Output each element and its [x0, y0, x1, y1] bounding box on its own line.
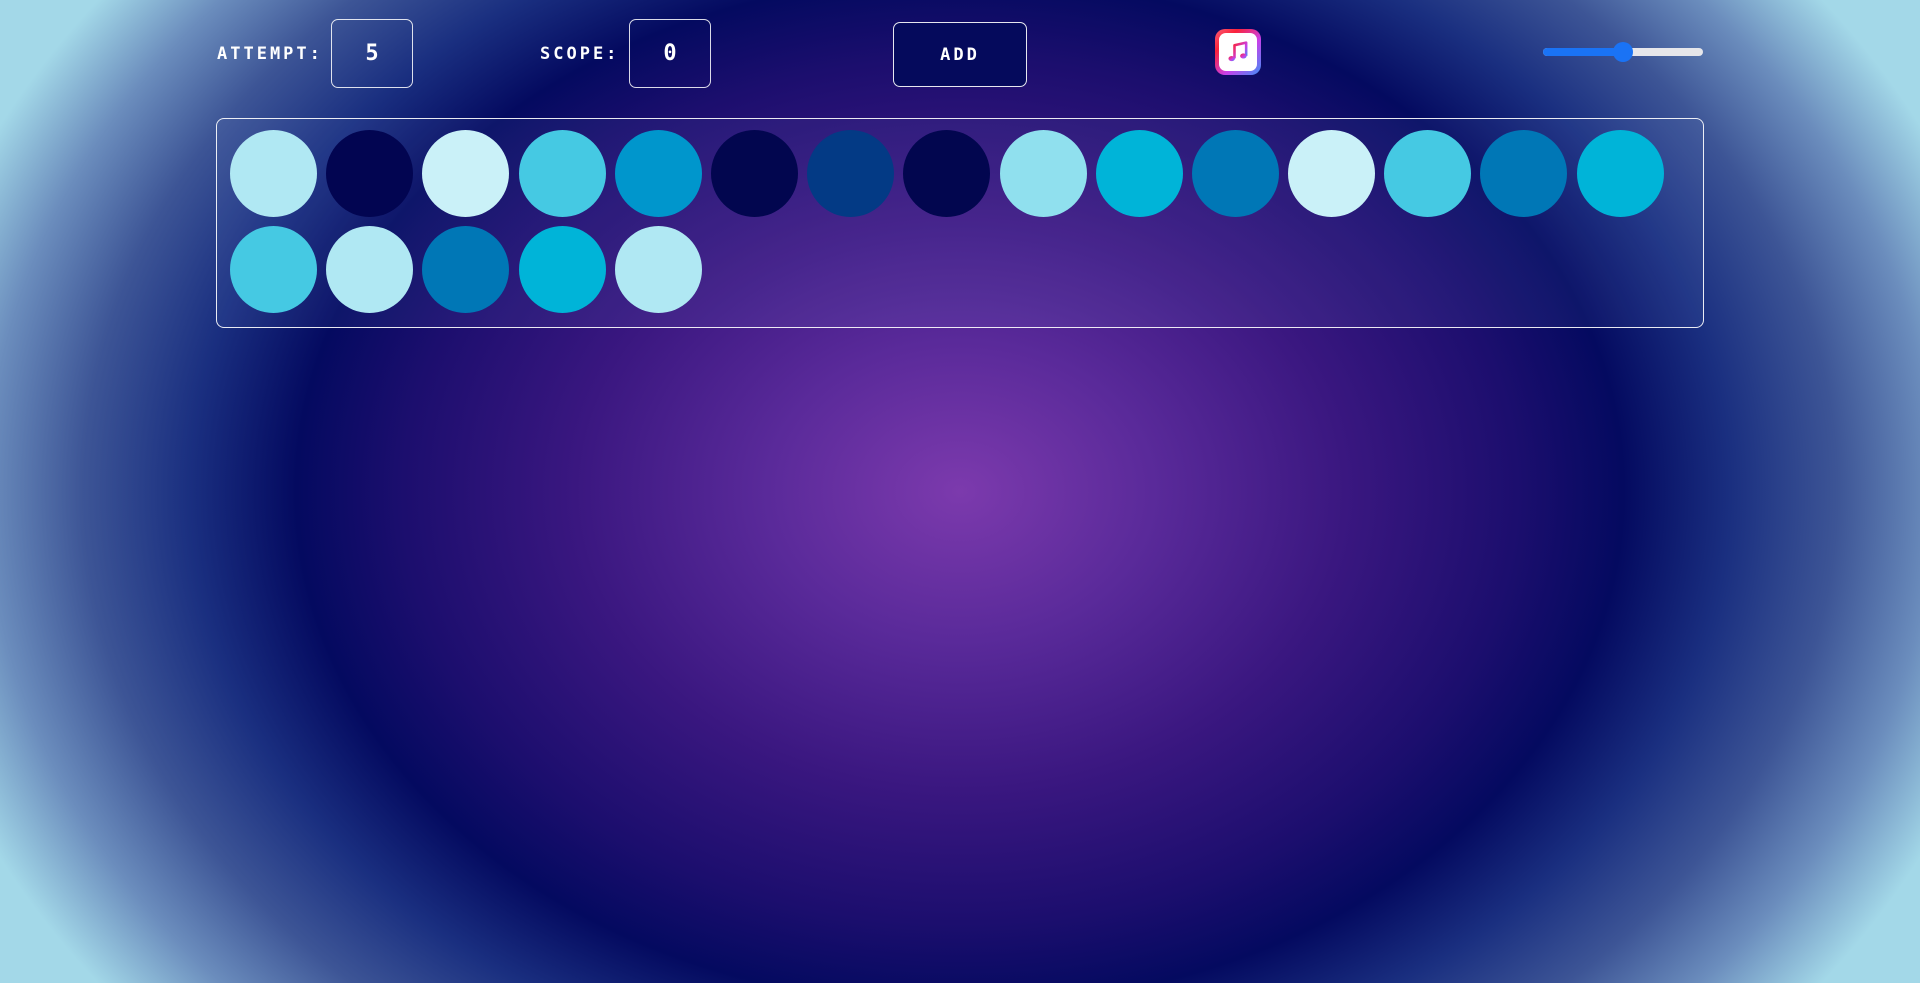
color-ball[interactable] [807, 130, 895, 217]
color-ball[interactable] [518, 130, 606, 217]
ball-board [216, 118, 1704, 328]
volume-slider-fill [1543, 48, 1623, 56]
color-ball[interactable] [230, 226, 317, 313]
color-ball[interactable] [422, 226, 510, 313]
color-ball[interactable] [710, 130, 798, 217]
score-label: SCOPE: [540, 44, 620, 64]
color-ball[interactable] [1480, 130, 1568, 217]
color-ball[interactable] [614, 226, 702, 313]
add-button[interactable]: ADD [893, 22, 1027, 87]
color-ball[interactable] [903, 130, 991, 217]
color-ball[interactable] [1288, 130, 1376, 217]
attempt-label: ATTEMPT: [217, 44, 323, 64]
volume-slider-thumb[interactable] [1613, 42, 1633, 62]
color-ball[interactable] [1384, 130, 1472, 217]
color-ball[interactable] [230, 130, 317, 217]
top-bar: ATTEMPT: 5 SCOPE: 0 ADD [0, 0, 1920, 110]
music-note-icon[interactable] [1215, 29, 1261, 75]
color-ball[interactable] [1191, 130, 1279, 217]
color-ball[interactable] [518, 226, 606, 313]
color-ball[interactable] [999, 130, 1087, 217]
ball-grid [230, 130, 1690, 313]
color-ball[interactable] [1576, 130, 1664, 217]
color-ball[interactable] [1095, 130, 1183, 217]
color-ball[interactable] [326, 226, 414, 313]
attempt-counter: 5 [331, 19, 413, 88]
color-ball[interactable] [326, 130, 414, 217]
color-ball[interactable] [422, 130, 510, 217]
volume-slider[interactable] [1543, 42, 1703, 62]
score-counter: 0 [629, 19, 711, 88]
color-ball[interactable] [614, 130, 702, 217]
